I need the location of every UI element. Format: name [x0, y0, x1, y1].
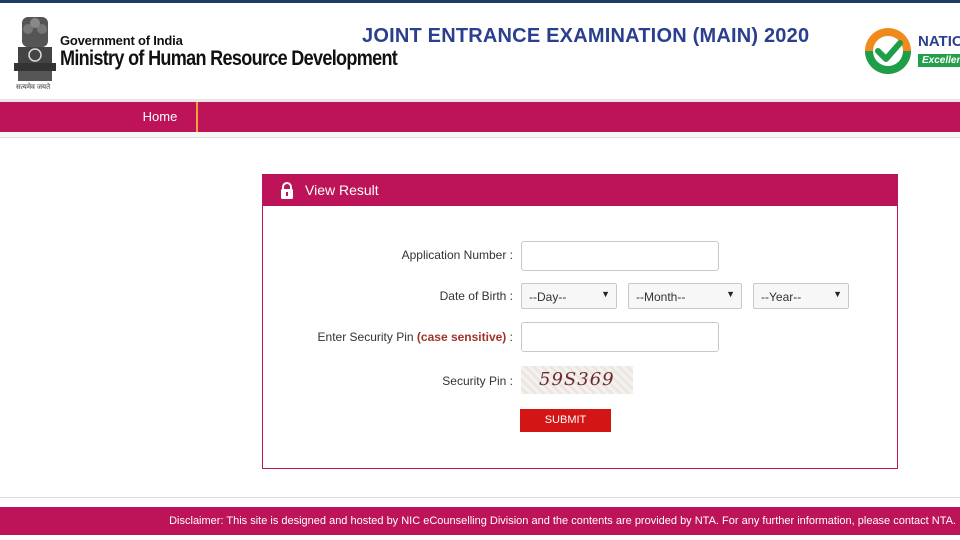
- month-select-value: --Month--: [636, 290, 686, 304]
- security-pin-label: Enter Security Pin (case sensitive) :: [318, 330, 513, 344]
- security-pin-input[interactable]: [521, 322, 719, 352]
- application-number-label: Application Number :: [401, 248, 513, 262]
- chevron-down-icon: ▼: [726, 289, 735, 299]
- nta-logo: NATIO Excellen: [862, 23, 960, 79]
- footer-disclaimer: Disclaimer: This site is designed and ho…: [0, 507, 960, 535]
- panel-header: View Result: [263, 175, 897, 206]
- month-select[interactable]: --Month-- ▼: [628, 283, 742, 309]
- lock-icon: [281, 182, 293, 199]
- date-of-birth-label: Date of Birth :: [439, 289, 513, 303]
- day-select-value: --Day--: [529, 290, 567, 304]
- view-result-panel: View Result Application Number : Date of…: [262, 174, 898, 469]
- nav-divider: [0, 132, 960, 138]
- nta-tagline: Excellen: [918, 54, 960, 67]
- application-number-input[interactable]: [521, 241, 719, 271]
- footer-divider: [0, 497, 960, 498]
- motto-text: सत्यमेव जयते: [16, 84, 51, 91]
- main-nav: Home: [0, 102, 960, 132]
- nav-home-link[interactable]: Home: [124, 102, 198, 132]
- page-title: JOINT ENTRANCE EXAMINATION (MAIN) 2020: [362, 25, 810, 47]
- chevron-down-icon: ▼: [833, 289, 842, 299]
- chevron-down-icon: ▼: [601, 289, 610, 299]
- captcha-label: Security Pin :: [442, 374, 513, 388]
- security-pin-label-colon: :: [509, 330, 513, 344]
- year-select-value: --Year--: [761, 290, 802, 304]
- submit-button[interactable]: SUBMIT: [520, 409, 611, 432]
- panel-title: View Result: [305, 182, 379, 198]
- captcha-image: 59S369: [521, 366, 633, 394]
- nta-check-icon: [865, 28, 911, 74]
- captcha-code: 59S369: [539, 369, 615, 390]
- site-header: सत्यमेव जयते Government of India Ministr…: [0, 3, 960, 101]
- year-select[interactable]: --Year-- ▼: [753, 283, 849, 309]
- case-sensitive-note: (case sensitive): [416, 330, 507, 344]
- nta-name: NATIO: [918, 33, 960, 50]
- ministry-label: Ministry of Human Resource Development: [60, 47, 398, 70]
- security-pin-label-text: Enter Security Pin: [317, 330, 414, 344]
- day-select[interactable]: --Day-- ▼: [521, 283, 617, 309]
